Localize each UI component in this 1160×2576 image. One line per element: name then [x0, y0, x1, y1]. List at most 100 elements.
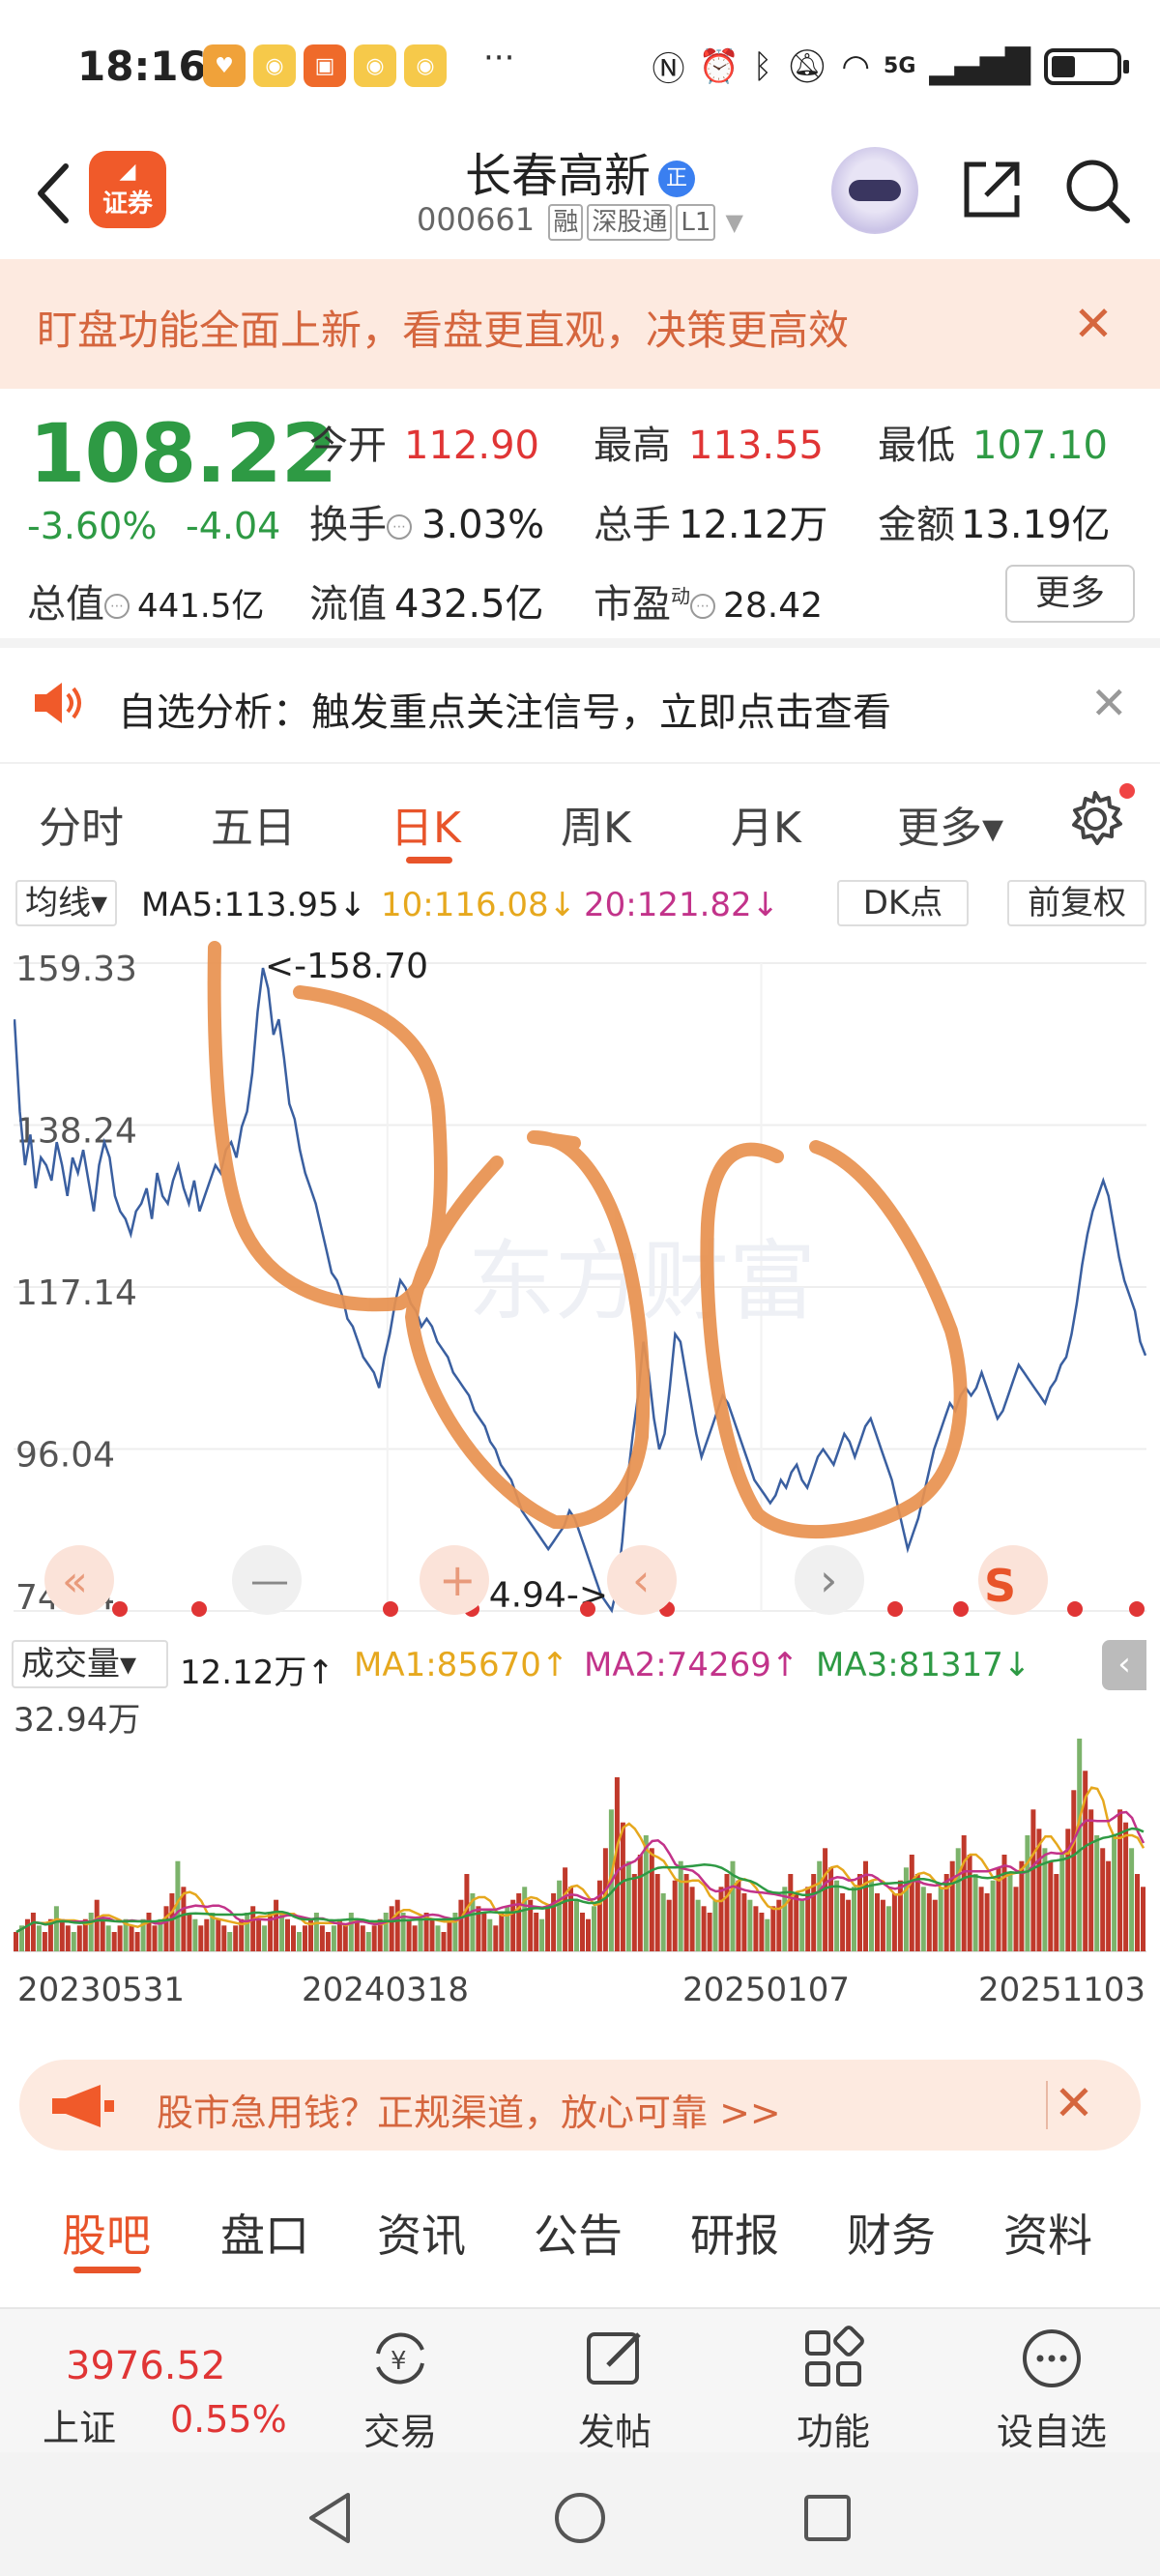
fullscreen-icon[interactable]: S [984, 1560, 1016, 1612]
zoom-in-icon[interactable]: + [439, 1554, 477, 1606]
float-label: 流值 [309, 582, 387, 627]
volume-bar [1077, 1739, 1083, 1951]
volume-bar [325, 1932, 331, 1951]
info-icon[interactable]: ⋯ [690, 594, 715, 619]
volume-bar [672, 1880, 678, 1951]
index-value[interactable]: 3976.52 [66, 2344, 225, 2388]
ma5-value: MA5:113.95↓ [141, 886, 367, 924]
y-tick-label: 96.04 [15, 1436, 115, 1476]
info-icon[interactable]: ⋯ [387, 514, 412, 540]
collapse-panel-icon[interactable]: ‹ [1102, 1640, 1146, 1690]
mktcap-stat: 总值 ⋯ 441.5亿 [27, 572, 264, 629]
volume-bar [1030, 1809, 1036, 1951]
signal-dot [383, 1601, 398, 1617]
system-recents-icon[interactable] [802, 2493, 853, 2543]
volume-bar [216, 1918, 221, 1951]
tab-research[interactable]: 研报 [690, 2201, 779, 2265]
index-name[interactable]: 上证 [43, 2398, 116, 2451]
tab-intraday[interactable]: 分时 [39, 793, 124, 855]
nav-post[interactable]: 发帖 [537, 2325, 692, 2455]
current-price: 108.22 [29, 406, 337, 501]
tab-announcements[interactable]: 公告 [534, 2201, 623, 2265]
signal-dot [112, 1601, 128, 1617]
volume-bar [631, 1874, 637, 1951]
mktcap-value: 441.5亿 [137, 587, 265, 626]
system-home-icon[interactable] [553, 2491, 607, 2545]
loan-promo-banner[interactable]: 股市急用钱？正规渠道，放心可靠 >> ✕ [19, 2060, 1141, 2151]
price-chart[interactable]: 东方财富 159.33138.24117.1496.0474.94 <-158.… [14, 934, 1146, 1630]
volume-bar [365, 1932, 371, 1951]
tab-more[interactable]: 更多▾ [897, 793, 1003, 855]
nav-trade[interactable]: ¥ 交易 [323, 2325, 478, 2455]
date-label: 20230531 [17, 1971, 186, 2009]
zoom-out-icon[interactable]: — [250, 1559, 289, 1603]
volume-bar [799, 1899, 805, 1951]
notice-close-icon[interactable]: ✕ [1090, 677, 1128, 729]
tab-five-day[interactable]: 五日 [211, 793, 296, 855]
low-stat: 最低 107.10 [878, 414, 1108, 470]
volume-bar [400, 1913, 406, 1951]
volume-bar [580, 1913, 585, 1951]
volume-selector[interactable]: 成交量▾ [12, 1640, 168, 1688]
volume-bar [1054, 1874, 1059, 1951]
assistant-avatar[interactable] [831, 147, 918, 234]
prev-icon[interactable]: ‹ [632, 1554, 650, 1606]
info-icon[interactable]: ⋯ [104, 594, 130, 619]
low-label: 最低 [878, 424, 955, 468]
volume-bar [955, 1848, 961, 1951]
amount-label: 金额 [878, 503, 955, 547]
volume-bar [14, 1932, 18, 1951]
volume-bar [499, 1913, 505, 1951]
volume-label: 总手 [594, 503, 671, 547]
volume-bar [447, 1918, 452, 1951]
volume-bar [683, 1874, 689, 1951]
volume-bar [903, 1867, 909, 1951]
more-notifications: ··· [483, 39, 515, 77]
system-back-icon[interactable] [305, 2491, 354, 2545]
volume-bar [1141, 1887, 1146, 1951]
banner-close-icon[interactable]: ✕ [1073, 300, 1114, 348]
feature-banner[interactable]: 盯盘功能全面上新，看盘更直观，决策更高效 ✕ [0, 259, 1160, 389]
amount-stat: 金额 13.19亿 [878, 493, 1111, 549]
active-tab-indicator [406, 857, 452, 864]
volume-bar [53, 1906, 59, 1951]
adjust-price-button[interactable]: 前复权 [1007, 880, 1146, 926]
weibo-icon: ◉ [253, 44, 296, 87]
tab-monthly-k[interactable]: 月K [731, 793, 801, 855]
volume-bar [897, 1880, 903, 1951]
volume-bar [516, 1893, 522, 1951]
volume-bar [262, 1925, 268, 1951]
rewind-icon[interactable]: « [62, 1557, 88, 1606]
tab-order-book[interactable]: 盘口 [220, 2201, 309, 2265]
tab-forum[interactable]: 股吧 [62, 2201, 151, 2265]
volume-bar [418, 1918, 423, 1951]
next-icon[interactable]: › [820, 1554, 837, 1606]
volume-bar [1059, 1855, 1065, 1951]
search-icon[interactable] [1061, 155, 1133, 226]
volume-bar [718, 1887, 724, 1951]
share-icon[interactable] [957, 155, 1027, 224]
tab-financials[interactable]: 财务 [847, 2201, 936, 2265]
dk-point-button[interactable]: DK点 [837, 880, 969, 926]
tab-news[interactable]: 资讯 [377, 2201, 466, 2265]
turnover-label: 换手 [309, 503, 387, 547]
volume-bar [1088, 1809, 1094, 1951]
analysis-notice[interactable]: 自选分析：触发重点关注信号，立即点击查看 ✕ [0, 646, 1160, 760]
index-change[interactable]: 0.55% [170, 2398, 287, 2441]
tab-profile[interactable]: 资料 [1003, 2201, 1092, 2265]
nav-functions[interactable]: 功能 [756, 2325, 911, 2455]
tab-weekly-k[interactable]: 周K [561, 793, 631, 855]
volume-bar [1117, 1809, 1123, 1951]
gear-icon[interactable] [1065, 789, 1125, 849]
volume-bar [654, 1874, 660, 1951]
more-stats-button[interactable]: 更多 [1005, 565, 1135, 623]
volume-max-label: 32.94万 [14, 1701, 140, 1740]
volume-bar [885, 1906, 891, 1951]
volume-bar [389, 1906, 394, 1951]
ma-selector[interactable]: 均线▾ [15, 880, 118, 926]
nav-add-watchlist[interactable]: 设自选 [974, 2325, 1129, 2455]
tab-daily-k[interactable]: 日K [391, 793, 461, 855]
volume-chart[interactable]: 32.94万 [14, 1692, 1146, 1953]
promo-close-icon[interactable]: ✕ [1054, 2075, 1094, 2131]
volume-bar [586, 1918, 591, 1951]
